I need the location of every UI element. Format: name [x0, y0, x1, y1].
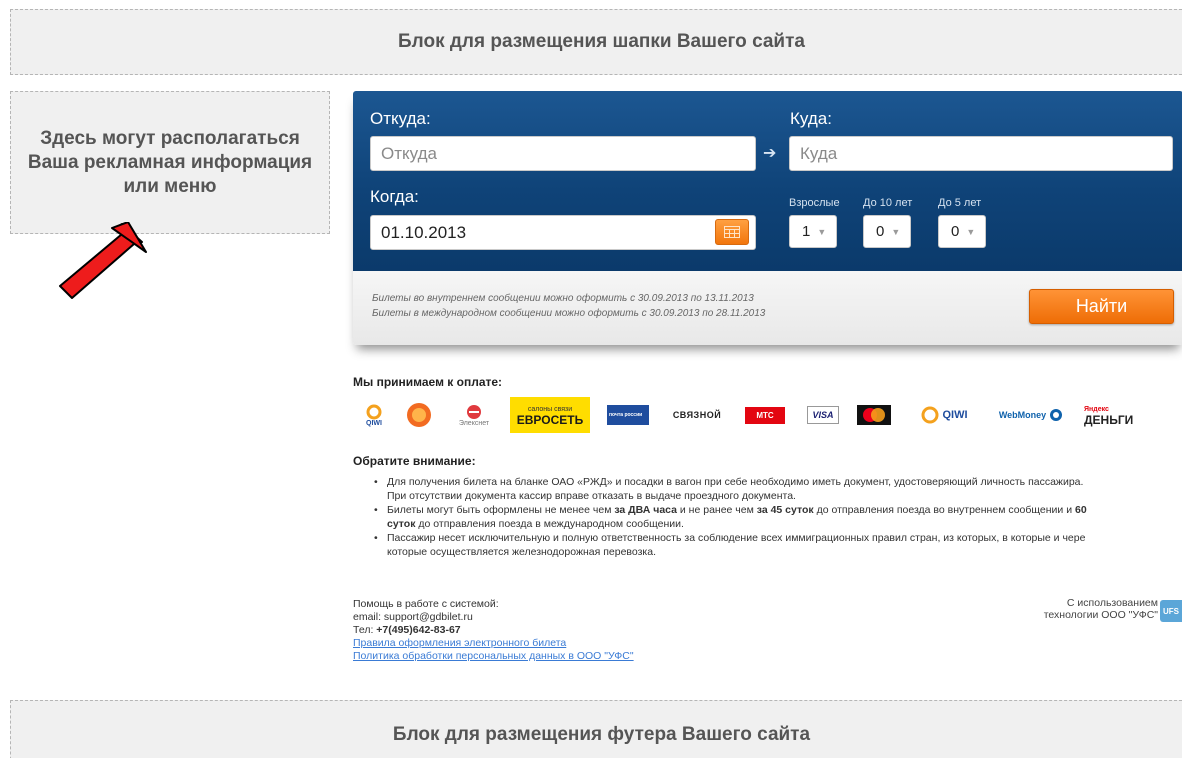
payment-logos: QIWI Элекснет салоны связи ЕВРОСЕТЬ почт…: [360, 397, 1182, 437]
mastercard-logo: [856, 397, 892, 433]
elecsnet-logo: Элекснет: [454, 397, 494, 433]
list-item: Билеты могут быть оформлены не менее чем…: [372, 503, 1182, 531]
footer-placeholder: Блок для размещения футера Вашего сайта: [10, 700, 1182, 758]
list-item: Пассажир несет исключительную и полную о…: [372, 531, 1182, 559]
calendar-icon: [724, 226, 740, 238]
find-button[interactable]: Найти: [1029, 289, 1174, 324]
help-title: Помощь в работе с системой:: [353, 598, 499, 610]
webmoney-logo: WebMoney: [996, 397, 1066, 433]
search-form-top: Откуда: ➔ Куда: Когда: 01.10.2013 Взросл…: [353, 91, 1182, 271]
chevron-down-icon: ▼: [966, 226, 976, 237]
red-arrow-icon: [59, 222, 147, 299]
notice-list: Для получения билета на бланке ОАО «РЖД»…: [372, 475, 1182, 559]
qiwi-small-logo: QIWI: [360, 397, 388, 433]
notice-title: Обратите внимание:: [353, 454, 476, 468]
date-input[interactable]: 01.10.2013: [370, 215, 756, 250]
calendar-button[interactable]: [715, 219, 749, 245]
pochta-rossii-logo: почта россии: [606, 397, 650, 433]
info-international: Билеты в международном сообщении можно о…: [372, 308, 766, 319]
to-label: Куда:: [790, 109, 832, 128]
help-phone: Тел: +7(495)642-83-67: [353, 624, 461, 636]
adults-select[interactable]: 1 ▼: [789, 215, 837, 248]
tech-credit-line1: С использованием: [1066, 597, 1158, 609]
qiwi-logo: QIWI: [912, 397, 976, 433]
search-form: Откуда: ➔ Куда: Когда: 01.10.2013 Взросл…: [353, 91, 1182, 345]
help-section: Помощь в работе с системой: email: suppo…: [353, 598, 634, 663]
ad-placeholder: Здесь могут располагаться Ваша рекламная…: [10, 91, 330, 234]
date-value: 01.10.2013: [381, 222, 467, 242]
tech-credit: С использованием технологии ООО "УФС": [1010, 597, 1158, 621]
help-email: email: support@gdbilet.ru: [353, 611, 473, 623]
svyaznoy-kassa-logo: [404, 397, 434, 433]
to-input[interactable]: [789, 136, 1173, 171]
payment-title: Мы принимаем к оплате:: [353, 375, 503, 389]
adults-value: 1: [802, 223, 811, 240]
when-label: Когда:: [370, 187, 419, 206]
header-placeholder: Блок для размещения шапки Вашего сайта: [10, 9, 1182, 75]
chevron-down-icon: ▼: [891, 226, 901, 237]
evroset-logo: салоны связи ЕВРОСЕТЬ: [510, 397, 590, 433]
privacy-policy-link[interactable]: Политика обработки персональных данных в…: [353, 650, 634, 663]
mts-logo: МТС: [744, 397, 786, 433]
ufs-logo: UFS: [1160, 600, 1182, 622]
under5-select[interactable]: 0 ▼: [938, 215, 986, 248]
yandex-money-logo: Яндекс ДЕНЬГИ: [1084, 406, 1134, 427]
svyaznoy-logo: СВЯЗНОЙ: [672, 410, 722, 420]
under5-value: 0: [951, 223, 960, 240]
adults-label: Взрослые: [789, 197, 840, 209]
under5-label: До 5 лет: [938, 197, 982, 209]
under10-select[interactable]: 0 ▼: [863, 215, 911, 248]
chevron-down-icon: ▼: [817, 226, 827, 237]
under10-label: До 10 лет: [863, 197, 913, 209]
eticket-rules-link[interactable]: Правила оформления электронного билета: [353, 637, 634, 650]
direction-arrow-icon: ➔: [763, 145, 777, 162]
info-domestic: Билеты во внутреннем сообщении можно офо…: [372, 293, 754, 304]
tech-credit-line2: технологии ООО "УФС": [1043, 609, 1158, 621]
list-item: Для получения билета на бланке ОАО «РЖД»…: [372, 475, 1182, 503]
from-label: Откуда:: [370, 109, 431, 128]
from-input[interactable]: [370, 136, 756, 171]
under10-value: 0: [876, 223, 885, 240]
visa-logo: VISA: [806, 397, 840, 433]
